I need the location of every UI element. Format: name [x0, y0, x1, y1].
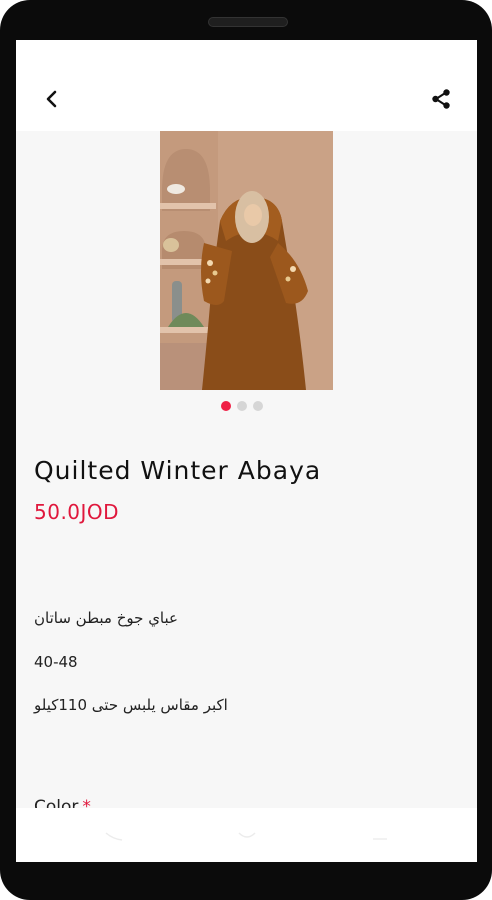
description-line: 40-48 [34, 653, 78, 671]
product-photo [160, 131, 333, 390]
product-image[interactable] [160, 131, 333, 390]
product-price: 50.0JOD [34, 500, 120, 524]
pager-dot[interactable] [221, 401, 231, 411]
nav-back-icon [105, 832, 123, 841]
nav-recents-icon [373, 838, 387, 840]
share-button[interactable] [426, 84, 456, 114]
speaker-grille [208, 17, 288, 27]
app-screen: Quilted Winter Abaya 50.0JOD عباي جوخ مب… [16, 40, 477, 862]
pager-dot[interactable] [253, 401, 263, 411]
image-pager [221, 401, 263, 411]
nav-home-icon [238, 832, 256, 838]
description-line: عباي جوخ مبطن ساتان [34, 609, 178, 627]
system-nav-bar [16, 808, 477, 862]
pager-dot[interactable] [237, 401, 247, 411]
chevron-left-icon [46, 90, 57, 108]
device-frame: Quilted Winter Abaya 50.0JOD عباي جوخ مب… [0, 0, 492, 900]
nav-home-button[interactable] [231, 820, 263, 850]
description-line: اكبر مقاس يلبس حتى 110كيلو [34, 696, 228, 714]
back-button[interactable] [38, 85, 66, 113]
top-bar [16, 40, 477, 131]
nav-back-button[interactable] [98, 820, 130, 850]
share-icon [432, 89, 450, 109]
product-title: Quilted Winter Abaya [34, 456, 322, 485]
nav-recents-button[interactable] [364, 820, 396, 850]
